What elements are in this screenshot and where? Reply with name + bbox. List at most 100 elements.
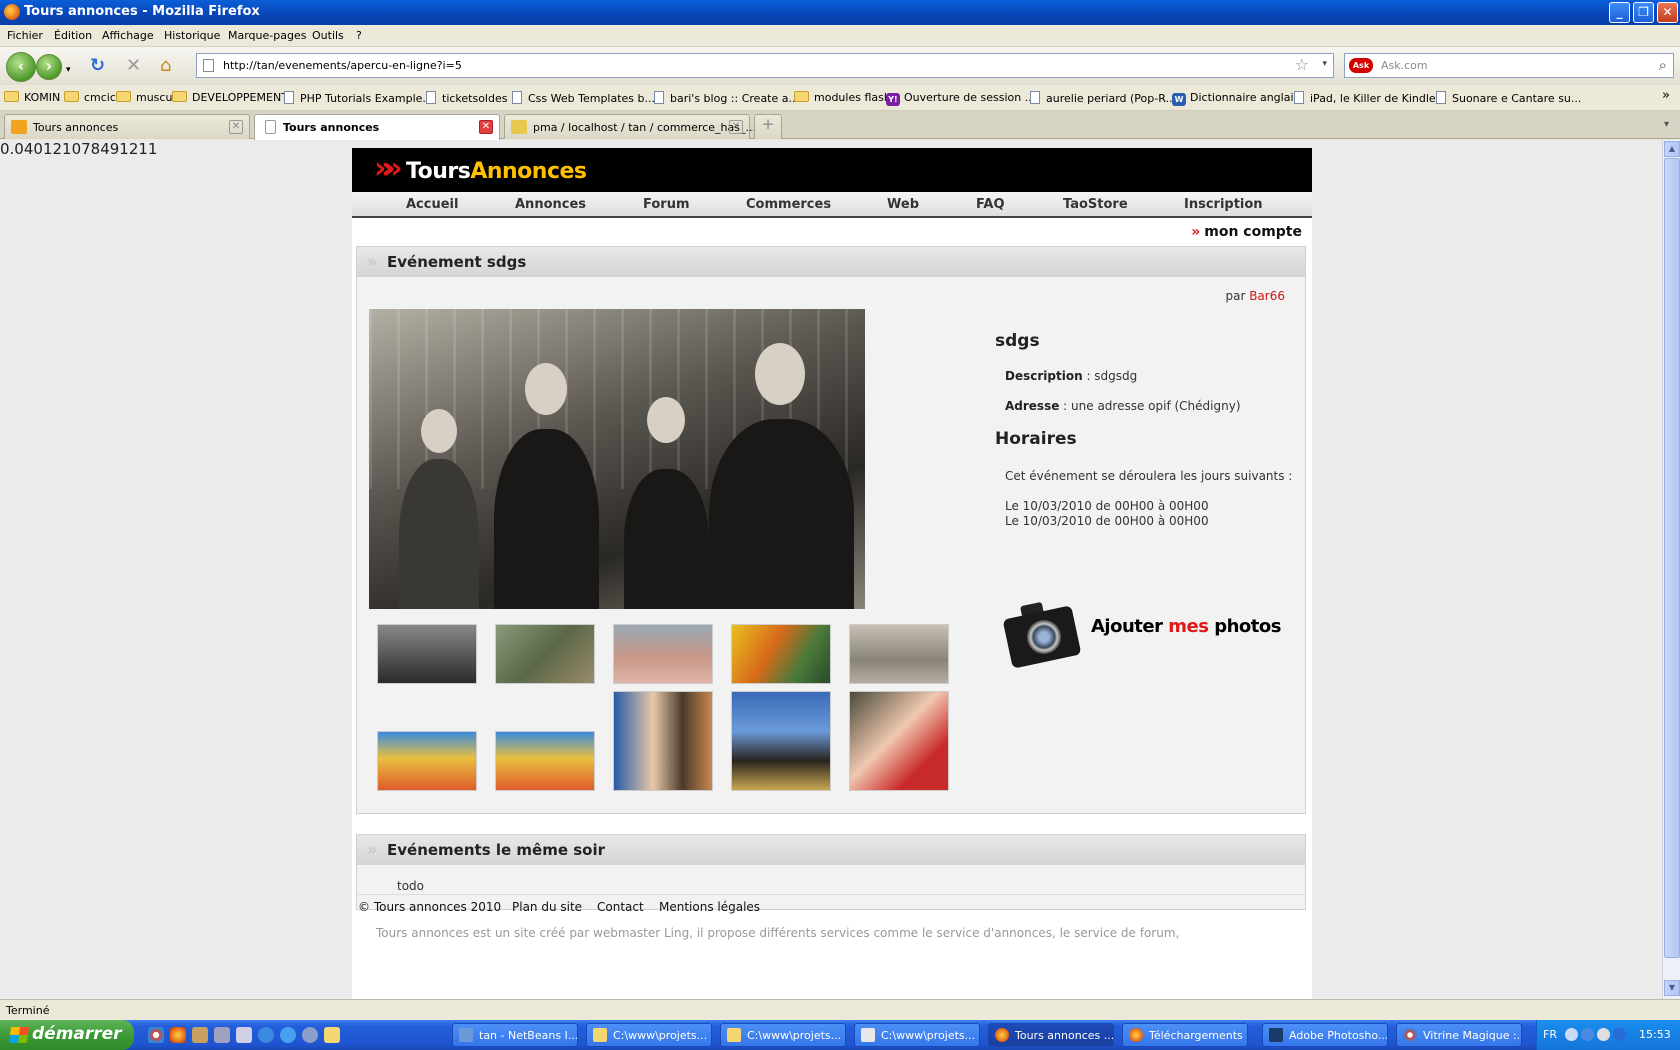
search-icon[interactable]: ⌕	[1659, 56, 1667, 74]
task-explorer-1[interactable]: C:\www\projets...	[586, 1023, 712, 1047]
footer-link-plan-du-site[interactable]: Plan du site	[512, 900, 582, 914]
nav-annonces[interactable]: Annonces	[515, 197, 586, 212]
bookmark-muscu[interactable]: muscu	[116, 91, 172, 104]
account-link[interactable]: » mon compte	[1191, 224, 1302, 240]
bookmark-komin[interactable]: KOMIN	[4, 91, 60, 104]
tray-arrow-icon[interactable]	[1565, 1028, 1578, 1041]
photo-thumbnail[interactable]	[495, 731, 595, 791]
photo-thumbnail[interactable]	[613, 624, 713, 684]
bookmark-aurelie-periard[interactable]: aurelie periard (Pop-R...	[1030, 91, 1176, 105]
bookmark-cmcic[interactable]: cmcic	[64, 91, 116, 104]
photo-thumbnail[interactable]	[613, 691, 713, 791]
tab-tours-annonces-2[interactable]: Tours annonces ✕	[254, 114, 500, 140]
photo-thumbnail[interactable]	[849, 624, 949, 684]
user-launch-icon[interactable]	[192, 1027, 208, 1043]
photo-thumbnail[interactable]	[731, 624, 831, 684]
task-telechargements[interactable]: Téléchargements	[1122, 1023, 1248, 1047]
reload-icon[interactable]: ↻	[90, 57, 105, 75]
bookmark-star-icon[interactable]: ☆	[1295, 55, 1309, 74]
ask-engine-icon[interactable]: Ask	[1349, 58, 1373, 73]
nav-taostore[interactable]: TaoStore	[1063, 197, 1128, 212]
bookmark-ipad-kindle[interactable]: iPad, le Killer de Kindle...	[1294, 91, 1446, 105]
search-bar[interactable]: Ask Ask.com ⌕	[1344, 53, 1674, 78]
scroll-down-arrow-icon[interactable]: ▼	[1664, 980, 1680, 996]
bookmarks-overflow-icon[interactable]: »	[1662, 88, 1670, 103]
tray-app-icon[interactable]	[1597, 1028, 1610, 1041]
tab-tours-annonces-1[interactable]: Tours annonces ✕	[4, 114, 250, 139]
footer-link-mentions-legales[interactable]: Mentions légales	[659, 900, 760, 914]
footer-link-contact[interactable]: Contact	[597, 900, 644, 914]
nav-inscription[interactable]: Inscription	[1184, 197, 1263, 212]
task-explorer-3[interactable]: C:\www\projets...	[854, 1023, 980, 1047]
home-icon[interactable]: ⌂	[160, 57, 171, 75]
start-button[interactable]: démarrer	[0, 1020, 134, 1050]
window-title-bar[interactable]: Tours annonces - Mozilla Firefox _ ❐ ✕	[0, 0, 1680, 25]
tab-phpmyadmin[interactable]: pma / localhost / tan / commerce_has_...…	[504, 114, 756, 139]
scrollbar-thumb[interactable]	[1664, 158, 1680, 958]
bookmark-ticketsoldes[interactable]: ticketsoldes	[426, 91, 507, 105]
task-firefox[interactable]: Tours annonces ...	[988, 1023, 1114, 1047]
tab-list-icon[interactable]: ▾	[1664, 119, 1669, 130]
stop-icon[interactable]: ✕	[126, 57, 141, 75]
calendar-launch-icon[interactable]	[236, 1027, 252, 1043]
history-dropdown-icon[interactable]: ▾	[66, 61, 71, 79]
folder-launch-icon[interactable]	[324, 1027, 340, 1043]
menu-fichier[interactable]: Fichier	[7, 29, 43, 42]
photo-thumbnail[interactable]	[731, 691, 831, 791]
task-netbeans[interactable]: tan - NetBeans I...	[452, 1023, 578, 1047]
bookmark-css-web-templates[interactable]: Css Web Templates b...	[512, 91, 655, 105]
bookmark-modules-flash[interactable]: modules flash	[794, 91, 891, 104]
url-bar[interactable]: http://tan/evenements/apercu-en-ligne?i=…	[196, 53, 1334, 78]
menu-historique[interactable]: Historique	[164, 29, 220, 42]
minimize-button[interactable]: _	[1609, 2, 1630, 23]
tool-launch-icon[interactable]	[214, 1027, 230, 1043]
add-photos-button[interactable]: Ajouter mes photos	[997, 592, 1297, 680]
menu-affichage[interactable]: Affichage	[102, 29, 154, 42]
ie-launch-icon[interactable]	[258, 1027, 274, 1043]
close-tab-icon[interactable]: ✕	[479, 120, 493, 134]
vertical-scrollbar[interactable]: ▲ ▼	[1662, 140, 1680, 999]
nav-commerces[interactable]: Commerces	[746, 197, 831, 212]
ie-launch-icon-2[interactable]	[280, 1027, 296, 1043]
photo-thumbnail[interactable]	[377, 731, 477, 791]
nav-accueil[interactable]: Accueil	[406, 197, 458, 212]
author-link[interactable]: Bar66	[1249, 289, 1285, 303]
nav-web[interactable]: Web	[887, 197, 919, 212]
close-tab-icon[interactable]: ✕	[729, 120, 743, 134]
main-event-photo[interactable]	[369, 309, 865, 609]
photo-thumbnail[interactable]	[849, 691, 949, 791]
close-window-button[interactable]: ✕	[1657, 2, 1678, 23]
bookmark-ouverture-session[interactable]: Y! Ouverture de session ...	[886, 91, 1035, 106]
menu-help[interactable]: ?	[356, 29, 362, 42]
menu-marque-pages[interactable]: Marque-pages	[228, 29, 306, 42]
menu-edition[interactable]: Édition	[54, 29, 92, 42]
nav-forum[interactable]: Forum	[643, 197, 690, 212]
bookmark-suonare-cantare[interactable]: Suonare e Cantare su...	[1436, 91, 1581, 105]
url-dropdown-icon[interactable]: ▾	[1322, 59, 1327, 69]
new-tab-button[interactable]: +	[754, 114, 782, 139]
site-logo[interactable]: ToursAnnonces	[406, 159, 587, 184]
close-tab-icon[interactable]: ✕	[229, 120, 243, 134]
chrome-launch-icon[interactable]	[148, 1027, 164, 1043]
back-button[interactable]: ‹	[6, 52, 36, 82]
photo-thumbnail[interactable]	[495, 624, 595, 684]
menu-outils[interactable]: Outils	[312, 29, 344, 42]
bookmark-dictionnaire-anglais[interactable]: W Dictionnaire anglais	[1172, 91, 1299, 106]
bookmark-developpement[interactable]: DEVELOPPEMENT	[172, 91, 288, 104]
nav-faq[interactable]: FAQ	[976, 197, 1005, 212]
search-input[interactable]: Ask.com	[1381, 59, 1428, 72]
bluetooth-icon[interactable]	[1613, 1028, 1626, 1041]
language-indicator[interactable]: FR	[1543, 1028, 1557, 1041]
bookmark-baris-blog[interactable]: bari's blog :: Create a...	[654, 91, 799, 105]
network-icon[interactable]	[1581, 1028, 1594, 1041]
firefox-launch-icon[interactable]	[170, 1027, 186, 1043]
forward-button[interactable]: ›	[36, 54, 62, 80]
maximize-button[interactable]: ❐	[1633, 2, 1654, 23]
photo-thumbnail[interactable]	[377, 624, 477, 684]
url-text[interactable]: http://tan/evenements/apercu-en-ligne?i=…	[223, 59, 462, 72]
scroll-up-arrow-icon[interactable]: ▲	[1664, 141, 1680, 157]
task-photoshop[interactable]: Adobe Photosho...	[1262, 1023, 1388, 1047]
globe-launch-icon[interactable]	[302, 1027, 318, 1043]
task-vitrine-magique[interactable]: Vitrine Magique :...	[1396, 1023, 1522, 1047]
bookmark-php-tutorials[interactable]: PHP Tutorials Example...	[284, 91, 433, 105]
